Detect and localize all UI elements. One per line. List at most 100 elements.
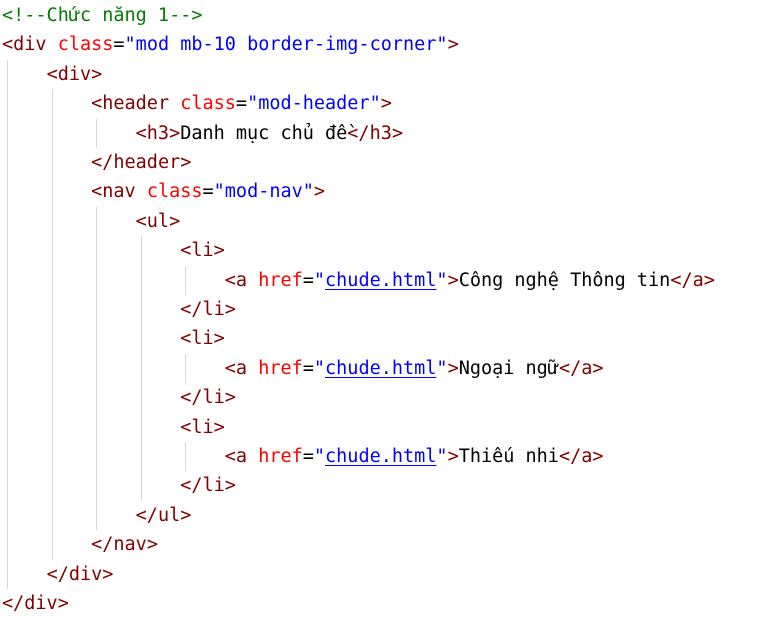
tag-bracket: < xyxy=(91,93,103,115)
code-line[interactable]: <li> xyxy=(2,324,225,353)
tag-name: a xyxy=(235,446,248,467)
tag-bracket: </ xyxy=(180,299,203,320)
code-line[interactable]: <ul> xyxy=(2,207,181,236)
attribute-value: " xyxy=(436,269,448,291)
attribute-name: class xyxy=(57,34,114,56)
code-line[interactable]: <h3>Danh mục chủ đề</h3> xyxy=(2,119,403,148)
code-line[interactable]: </nav> xyxy=(2,530,158,559)
href-link[interactable]: chude.html xyxy=(325,270,436,291)
tag-bracket: > xyxy=(447,269,459,291)
tag-bracket: > xyxy=(447,357,459,379)
code-line[interactable]: </header> xyxy=(2,148,191,177)
indent-guide xyxy=(185,353,187,384)
tag-name: h3 xyxy=(369,122,392,144)
tag-bracket: > xyxy=(313,181,326,203)
tag-name: a xyxy=(235,269,248,291)
code-line[interactable]: <div class="mod mb-10 border-img-corner"… xyxy=(2,30,459,59)
tag-bracket: > xyxy=(592,446,604,467)
tag-bracket: < xyxy=(224,446,236,467)
tag-bracket: < xyxy=(2,34,14,56)
code-editor[interactable]: <!--Chức năng 1--> <div class="mod mb-10 … xyxy=(0,0,783,615)
tag-bracket: < xyxy=(224,357,236,379)
tag-name: li xyxy=(191,416,214,438)
tag-bracket: < xyxy=(91,181,103,203)
attribute-value: " xyxy=(313,269,326,291)
code-line[interactable]: <header class="mod-header"> xyxy=(2,89,392,118)
tag-bracket: > xyxy=(447,446,459,467)
tag-bracket: > xyxy=(224,299,236,320)
attribute-name: class xyxy=(146,181,203,203)
code-text: Thiếu nhi xyxy=(458,446,559,467)
code-line[interactable]: <a href="chude.html">Thiếu nhi</a> xyxy=(2,442,604,471)
href-link[interactable]: chude.html xyxy=(325,446,436,467)
tag-bracket: > xyxy=(180,504,192,526)
tag-name: a xyxy=(581,446,593,467)
equals-sign: = xyxy=(302,357,314,379)
code-text: Danh mục chủ đề xyxy=(180,122,348,144)
indent-guide xyxy=(140,236,142,501)
tag-bracket: > xyxy=(146,534,158,556)
tag-name: header xyxy=(113,152,181,173)
code-line[interactable]: <li> xyxy=(2,236,225,265)
code-line[interactable]: </div> xyxy=(2,560,114,589)
tag-bracket: > xyxy=(592,357,604,379)
code-line[interactable]: <div> xyxy=(2,60,103,89)
tag-bracket: > xyxy=(391,122,403,144)
code-line[interactable]: </li> xyxy=(2,471,236,500)
code-line[interactable]: </li> xyxy=(2,295,236,324)
attribute-value: " xyxy=(313,446,326,467)
tag-bracket: > xyxy=(213,240,225,262)
equals-sign: = xyxy=(202,181,214,203)
attribute-name: href xyxy=(258,357,303,379)
tag-bracket: > xyxy=(703,269,715,291)
attribute-name: class xyxy=(180,93,236,115)
indent-guide xyxy=(51,89,53,560)
tag-bracket: </ xyxy=(670,269,693,291)
tag-bracket: < xyxy=(224,269,236,291)
attribute-value: "mod-header" xyxy=(247,93,381,115)
code-line[interactable]: <a href="chude.html">Ngoại ngữ</a> xyxy=(2,354,604,383)
tag-bracket: > xyxy=(180,152,192,173)
attribute-name: href xyxy=(258,446,303,467)
code-line[interactable]: <li> xyxy=(2,413,225,442)
href-link[interactable]: chude.html xyxy=(325,358,436,379)
code-line[interactable]: <!--Chức năng 1--> xyxy=(2,1,202,30)
code-line[interactable]: </li> xyxy=(2,383,236,412)
tag-bracket: </ xyxy=(91,152,114,173)
tag-name: a xyxy=(692,269,704,291)
indent-guide xyxy=(185,265,187,295)
tag-bracket: < xyxy=(180,240,192,262)
tag-bracket: > xyxy=(213,416,225,438)
tag-bracket: </ xyxy=(46,563,69,585)
tag-bracket: </ xyxy=(2,593,25,614)
code-text: Ngoại ngữ xyxy=(458,357,559,379)
attribute-value: " xyxy=(436,357,448,379)
equals-sign: = xyxy=(302,446,314,467)
tag-bracket: > xyxy=(224,387,236,409)
indent-guide xyxy=(96,206,98,531)
tag-bracket: < xyxy=(180,328,192,350)
tag-name: a xyxy=(235,357,248,379)
tag-name: li xyxy=(202,387,225,409)
code-line[interactable]: <nav class="mod-nav"> xyxy=(2,177,325,206)
tag-name: h3 xyxy=(146,122,170,144)
tag-bracket: </ xyxy=(135,504,158,526)
code-line[interactable]: <a href="chude.html">Công nghệ Thông tin… xyxy=(2,266,715,295)
code-line[interactable]: </div> xyxy=(2,589,69,618)
tag-bracket: </ xyxy=(558,446,582,467)
attribute-value: " xyxy=(436,446,448,467)
tag-name: div xyxy=(57,63,92,85)
